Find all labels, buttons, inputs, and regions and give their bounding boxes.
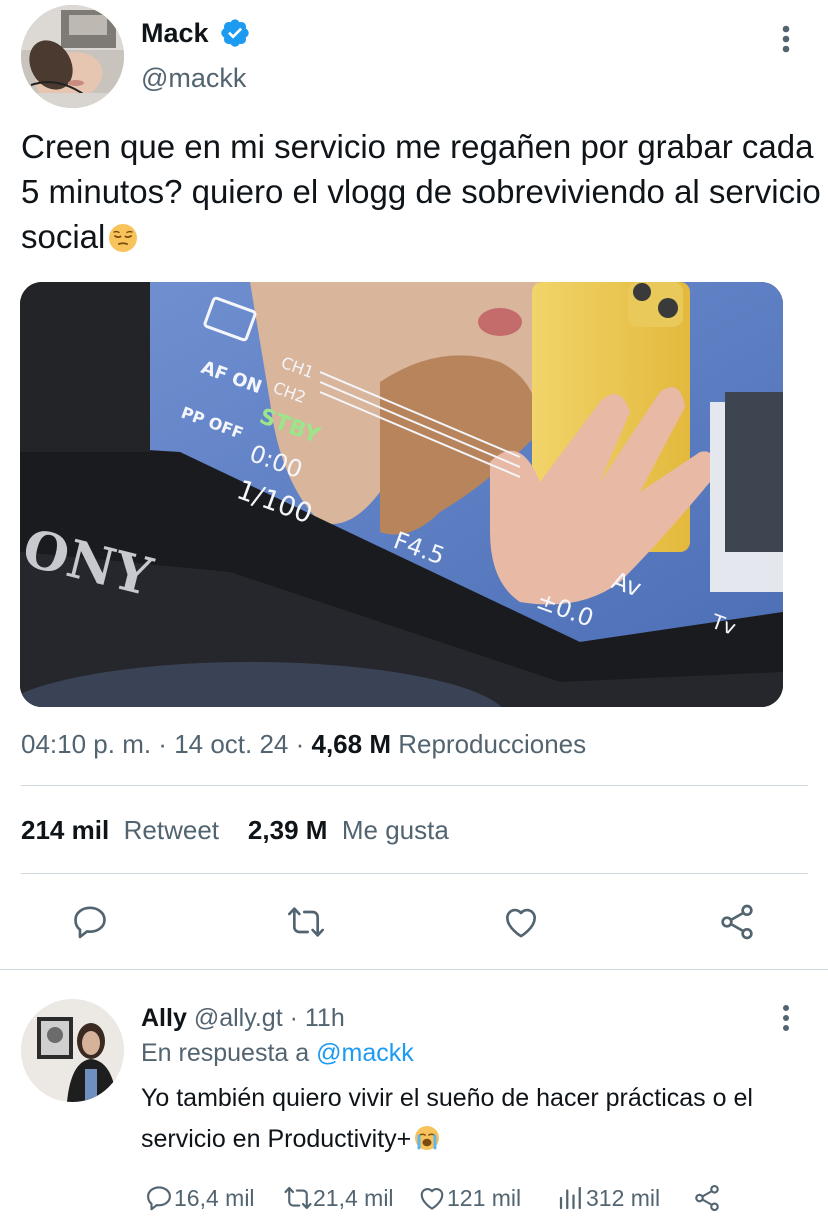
reply-author-name[interactable]: Ally xyxy=(141,1004,187,1032)
retweet-icon[interactable] xyxy=(286,902,326,942)
author-handle[interactable]: @mackk xyxy=(141,62,246,94)
section-divider xyxy=(0,969,828,970)
tweet-media-photo[interactable]: AF ON PP OFF CH1 CH2 STBY 0:00 1/100 F4.… xyxy=(20,282,783,707)
reply-icon[interactable] xyxy=(70,902,110,942)
reply-text: Yo también quiero vivir el sueño de hace… xyxy=(141,1078,821,1160)
share-icon[interactable] xyxy=(717,902,757,942)
tweet-meta: 04:10 p. m. · 14 oct. 24 · 4,68 M Reprod… xyxy=(21,729,587,759)
replying-to-mention[interactable]: @mackk xyxy=(316,1039,414,1067)
reply-header: Ally @ally.gt · 11h xyxy=(141,1004,345,1032)
loudly-crying-face-icon xyxy=(415,1126,440,1150)
likes-label[interactable]: Me gusta xyxy=(342,815,449,845)
reply-likes-count: 121 mil xyxy=(447,1184,522,1211)
reply-author-avatar[interactable] xyxy=(21,999,124,1102)
more-options-icon[interactable] xyxy=(773,1001,799,1035)
reply-views-action[interactable]: 312 mil xyxy=(556,1180,660,1216)
avatar-photo xyxy=(21,5,124,108)
views-chart-icon xyxy=(559,1186,581,1210)
reply-replies-count: 16,4 mil xyxy=(174,1184,255,1211)
share-icon xyxy=(695,1184,719,1212)
tweet-date[interactable]: 14 oct. 24 xyxy=(174,729,288,759)
camera-selfie-photo: AF ON PP OFF CH1 CH2 STBY 0:00 1/100 F4.… xyxy=(20,282,783,707)
replying-to: En respuesta a @mackk xyxy=(141,1036,414,1070)
retweet-icon xyxy=(284,1186,312,1210)
reply-icon xyxy=(147,1186,171,1211)
likes-count[interactable]: 2,39 M xyxy=(248,815,328,845)
reply-text-content: Yo también quiero vivir el sueño de hace… xyxy=(141,1084,753,1153)
tweet-stats: 214 mil Retweet 2,39 M Me gusta xyxy=(21,812,449,848)
divider xyxy=(21,873,808,874)
reply-reply-action[interactable]: 16,4 mil xyxy=(144,1180,255,1216)
views-label: Reproducciones xyxy=(398,729,587,759)
replying-to-label: En respuesta a xyxy=(141,1039,310,1067)
author-name[interactable]: Mack xyxy=(141,17,209,49)
reply-like-action[interactable]: 121 mil xyxy=(417,1180,521,1216)
reply-retweet-action[interactable]: 21,4 mil xyxy=(283,1180,394,1216)
reply-author-handle[interactable]: @ally.gt xyxy=(194,1004,283,1032)
like-icon xyxy=(420,1188,444,1210)
tweet-time[interactable]: 04:10 p. m. xyxy=(21,729,151,759)
author-avatar[interactable] xyxy=(21,5,124,108)
tweet-text-content: Creen que en mi servicio me regañen por … xyxy=(21,128,821,255)
verified-badge-icon xyxy=(221,19,249,47)
tweet-text: Creen que en mi servicio me regañen por … xyxy=(21,124,821,259)
avatar-photo xyxy=(21,999,124,1102)
main-tweet: Mack @mackk Creen que en mi servicio me … xyxy=(0,0,828,968)
reply-time[interactable]: 11h xyxy=(305,1004,345,1032)
like-icon[interactable] xyxy=(501,902,541,942)
pensive-face-icon xyxy=(109,224,138,252)
divider xyxy=(21,785,808,786)
reply-retweets-count: 21,4 mil xyxy=(313,1184,394,1211)
reply-share-action[interactable] xyxy=(692,1180,722,1216)
more-options-icon[interactable] xyxy=(773,22,799,56)
retweets-label[interactable]: Retweet xyxy=(124,815,219,845)
views-count: 4,68 M xyxy=(311,729,392,759)
reply-views-count: 312 mil xyxy=(586,1184,661,1211)
retweets-count[interactable]: 214 mil xyxy=(21,815,109,845)
